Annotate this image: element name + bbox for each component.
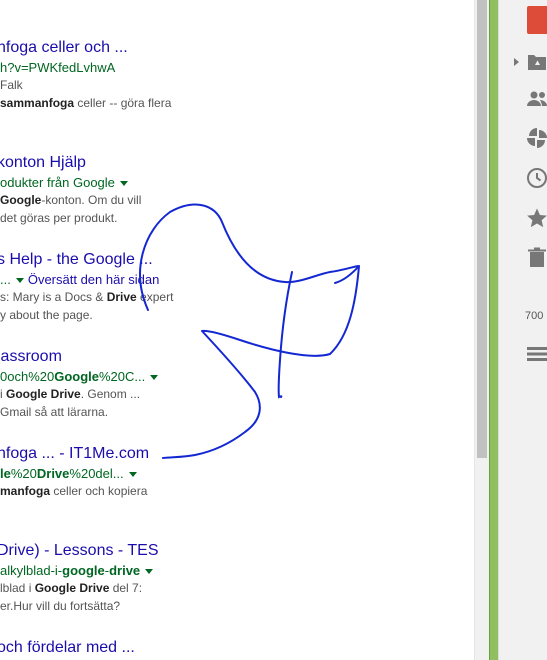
- result-title[interactable]: konton Hjälp: [0, 153, 474, 173]
- result-7: och fördelar med ...: [0, 638, 474, 658]
- result-snippet: s: Mary is a Docs & Drive expert: [0, 290, 174, 304]
- dropdown-arrow-icon[interactable]: [150, 375, 159, 381]
- result-title[interactable]: och fördelar med ...: [0, 638, 474, 658]
- window-divider: [489, 0, 498, 660]
- result-snippet: det göras per produkt.: [0, 211, 118, 225]
- result-title[interactable]: nfoga celler och ...: [0, 38, 474, 58]
- storage-icon[interactable]: [525, 342, 547, 366]
- result-url: odukter från Google: [0, 175, 474, 191]
- result-snippet: Google-konton. Om du vill: [0, 193, 142, 207]
- shared-with-me-icon[interactable]: [525, 87, 547, 111]
- result-url: le%20Drive%20del...: [0, 466, 474, 482]
- scrollbar-thumb[interactable]: [477, 0, 487, 458]
- recent-icon[interactable]: [525, 166, 547, 190]
- result-snippet: i Google Drive. Genom ...: [0, 387, 141, 401]
- result-title[interactable]: s Help - the Google ...: [0, 250, 474, 270]
- new-button[interactable]: [527, 6, 547, 34]
- result-3: s Help - the Google ... ... Översätt den …: [0, 250, 474, 324]
- expand-caret-icon[interactable]: [514, 58, 519, 66]
- translate-link[interactable]: Översätt den här sidan: [28, 272, 160, 287]
- drive-sidebar: 700: [498, 0, 547, 660]
- scrollbar[interactable]: [474, 0, 489, 660]
- result-snippet: lblad i Google Drive del 7:: [0, 581, 143, 595]
- search-results: nfoga celler och ... h?v=PWKfedLvhwA Fal…: [0, 0, 474, 660]
- dropdown-arrow-icon[interactable]: [145, 569, 154, 575]
- dropdown-arrow-icon[interactable]: [15, 278, 24, 284]
- result-title[interactable]: nfoga ... - IT1Me.com: [0, 444, 474, 464]
- starred-icon[interactable]: [525, 206, 547, 230]
- result-5: nfoga ... - IT1Me.com le%20Drive%20del..…: [0, 444, 474, 500]
- my-drive-icon[interactable]: [525, 50, 547, 74]
- result-snippet: Gmail så att lärarna.: [0, 405, 109, 419]
- result-snippet: er.Hur vill du fortsätta?: [0, 599, 121, 613]
- result-url: alkylblad-i-google-drive: [0, 563, 474, 579]
- storage-usage: 700: [525, 310, 544, 322]
- result-snippet: y about the page.: [0, 308, 93, 322]
- result-url: h?v=PWKfedLvhwA: [0, 60, 116, 75]
- result-url: ... Översätt den här sidan: [0, 272, 160, 287]
- result-title[interactable]: lassroom: [0, 347, 474, 367]
- result-1: nfoga celler och ... h?v=PWKfedLvhwA Fal…: [0, 38, 474, 112]
- result-2: konton Hjälp odukter från Google Google-…: [0, 153, 474, 227]
- google-photos-icon[interactable]: [525, 126, 547, 150]
- result-4: lassroom 0och%20Google%20C... i Google D…: [0, 347, 474, 421]
- dropdown-arrow-icon[interactable]: [119, 181, 128, 187]
- trash-icon[interactable]: [525, 246, 547, 270]
- result-url: 0och%20Google%20C...: [0, 369, 474, 385]
- result-6: Drive) - Lessons - TES alkylblad-i-googl…: [0, 541, 474, 615]
- result-title[interactable]: Drive) - Lessons - TES: [0, 541, 474, 561]
- result-snippet: manfoga celler och kopiera: [0, 484, 148, 498]
- result-snippet: Falk: [0, 78, 23, 92]
- dropdown-arrow-icon[interactable]: [128, 472, 137, 478]
- result-snippet: sammanfoga celler -- göra flera: [0, 96, 172, 110]
